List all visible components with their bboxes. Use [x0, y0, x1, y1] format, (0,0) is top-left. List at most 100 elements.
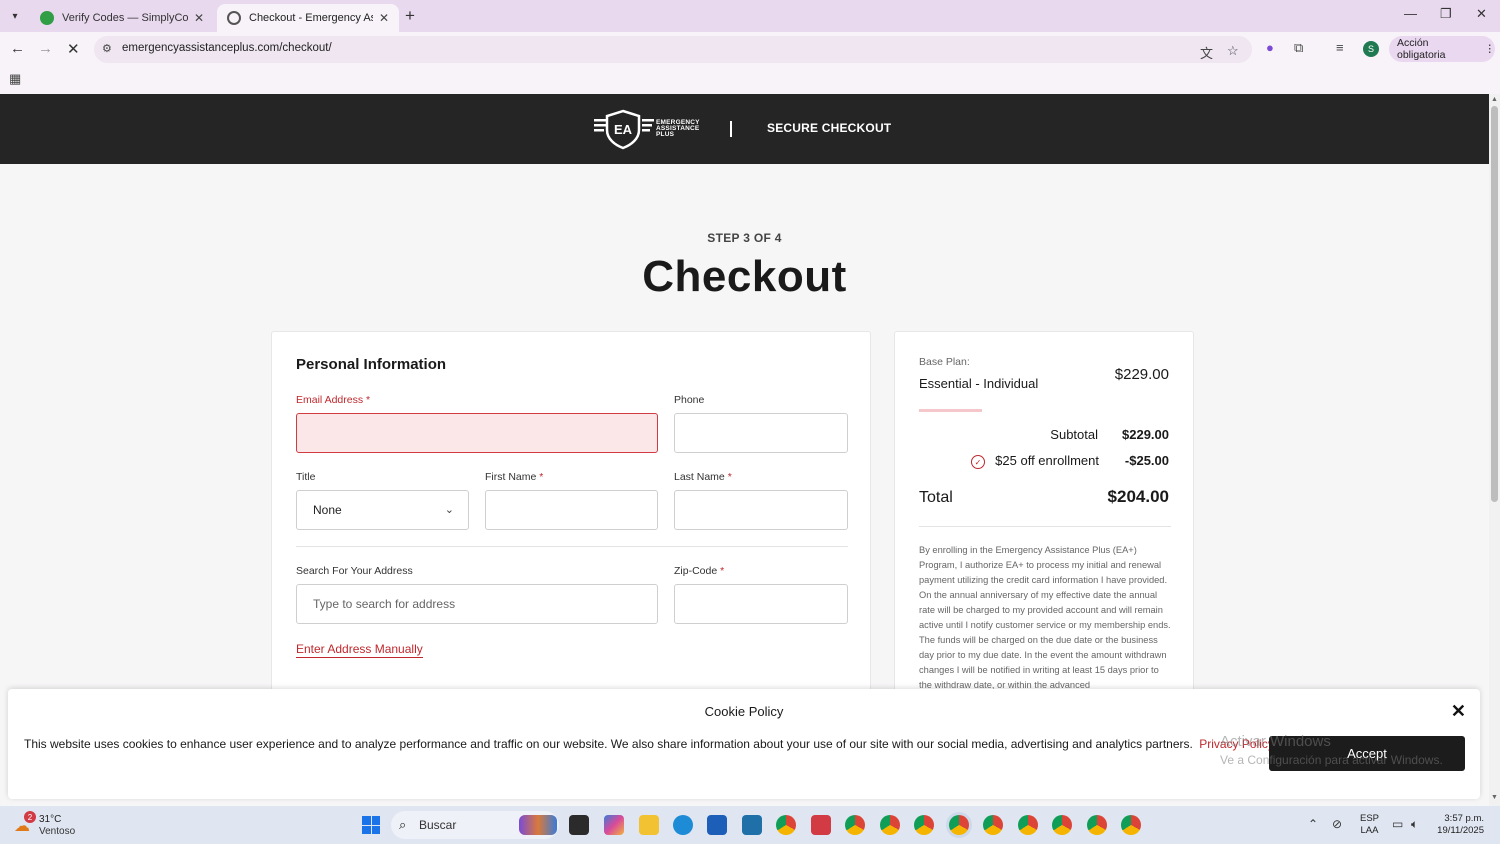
site-settings-icon[interactable]: ⚙	[102, 42, 112, 55]
phone-field[interactable]	[674, 413, 848, 453]
total-value: $204.00	[1107, 487, 1169, 506]
zip-code-field[interactable]	[674, 584, 848, 624]
plan-accent-bar	[919, 409, 982, 412]
email-field[interactable]	[296, 413, 658, 453]
close-tab-icon[interactable]: ✕	[379, 11, 389, 25]
system-clock[interactable]: 3:57 p.m. 19/11/2025	[1437, 813, 1484, 837]
watermark-line-2: Ve a Configuración para activar Windows.	[1220, 753, 1443, 767]
chrome-profile-icon[interactable]	[845, 815, 865, 835]
plan-price: $229.00	[1114, 366, 1169, 383]
tab-title: Checkout - Emergency Assistan	[249, 12, 373, 24]
scrollbar-thumb[interactable]	[1491, 106, 1498, 502]
zip-code-label: Zip-Code *	[674, 565, 724, 577]
scroll-down-icon[interactable]: ▼	[1491, 794, 1498, 801]
taskbar-search[interactable]: ⌕ Buscar	[391, 811, 559, 839]
extension-ai-icon[interactable]: ●	[1266, 40, 1274, 55]
header-divider	[730, 121, 732, 137]
tab-checkout[interactable]: Checkout - Emergency Assistan ✕	[217, 4, 399, 32]
last-name-field[interactable]	[674, 490, 848, 530]
profile-avatar[interactable]: S	[1363, 41, 1379, 57]
cookie-message-text: This website uses cookies to enhance use…	[24, 737, 1193, 751]
logo-line: PLUS	[656, 131, 675, 138]
network-offline-icon[interactable]: ⊘	[1332, 817, 1342, 831]
logo-mark: EA	[614, 122, 633, 137]
edge-icon[interactable]	[673, 815, 693, 835]
order-summary-card: Base Plan: Essential - Individual $229.0…	[894, 331, 1194, 751]
cookie-banner: Cookie Policy ✕ This website uses cookie…	[8, 689, 1480, 799]
step-indicator: STEP 3 OF 4	[707, 231, 782, 245]
bookmark-star-icon[interactable]: ☆	[1227, 43, 1239, 59]
forward-arrow-icon[interactable]: →	[38, 40, 53, 57]
media-controls-icon[interactable]: ≡	[1336, 40, 1344, 55]
notepad-icon[interactable]	[742, 815, 762, 835]
tab-search-chevron-icon[interactable]: ▾	[6, 7, 24, 25]
browser-toolbar: ← → ✕ ⚙ emergencyassistanceplus.com/chec…	[0, 32, 1500, 66]
watermark-line-1: Activar Windows	[1220, 733, 1331, 750]
chrome-profile-icon[interactable]	[983, 815, 1003, 835]
action-required-label: Acción obligatoria	[1397, 37, 1446, 61]
show-hidden-icons-chevron-icon[interactable]: ⌃	[1308, 817, 1318, 831]
subtotal-value: $229.00	[1122, 427, 1169, 442]
enter-address-manually-link[interactable]: Enter Address Manually	[296, 642, 423, 658]
new-tab-plus-icon[interactable]: +	[405, 6, 415, 26]
copilot-icon[interactable]	[604, 815, 624, 835]
chrome-profile-icon[interactable]	[1052, 815, 1072, 835]
chrome-profile-active-icon[interactable]	[949, 815, 969, 835]
stop-loading-icon[interactable]: ✕	[67, 40, 80, 58]
language-code: ESP	[1360, 813, 1380, 824]
chrome-profile-icon[interactable]	[880, 815, 900, 835]
weather-temperature: 31°C	[39, 814, 62, 825]
close-window-icon[interactable]: ✕	[1476, 6, 1487, 22]
language-indicator[interactable]: ESP LAA	[1360, 813, 1379, 837]
search-highlight-icon	[519, 815, 557, 835]
windows-start-icon[interactable]	[362, 816, 380, 834]
back-arrow-icon[interactable]: ←	[10, 40, 25, 57]
address-bar[interactable]: ⚙ emergencyassistanceplus.com/checkout/ …	[94, 36, 1252, 63]
store-icon[interactable]	[707, 815, 727, 835]
extensions-puzzle-icon[interactable]: ⧉	[1294, 40, 1303, 56]
last-name-label-text: Last Name	[674, 471, 725, 483]
keyboard-layout: LAA	[1360, 825, 1379, 836]
minimize-icon[interactable]: —	[1404, 6, 1417, 21]
chrome-profile-icon[interactable]	[1018, 815, 1038, 835]
chrome-profile-icon[interactable]	[914, 815, 934, 835]
tab-title: Verify Codes — SimplyCodes	[62, 12, 188, 24]
apps-grid-icon[interactable]: ▦	[9, 71, 21, 87]
email-label: Email Address *	[296, 394, 370, 406]
address-search-label: Search For Your Address	[296, 565, 413, 577]
first-name-field[interactable]	[485, 490, 658, 530]
cookie-title: Cookie Policy	[704, 704, 784, 719]
display-icon[interactable]: ▭	[1392, 817, 1403, 831]
chevron-down-icon: ⌄	[444, 504, 454, 516]
site-header: EA EMERGENCY ASSISTANCE PLUS SECURE CHEC…	[0, 94, 1489, 164]
form-divider	[296, 546, 848, 547]
page-scrollbar[interactable]: ▲ ▼	[1489, 94, 1500, 806]
task-view-icon[interactable]	[569, 815, 589, 835]
clock-date: 19/11/2025	[1437, 825, 1484, 836]
required-mark: *	[539, 471, 544, 483]
tab-verify-codes[interactable]: Verify Codes — SimplyCodes ✕	[30, 4, 214, 32]
file-explorer-icon[interactable]	[639, 815, 659, 835]
close-icon[interactable]: ✕	[1451, 701, 1466, 722]
address-search-placeholder: Type to search for address	[313, 597, 456, 611]
volume-icon[interactable]: 🔈︎	[1411, 817, 1418, 832]
restore-icon[interactable]: ❐	[1440, 6, 1452, 22]
search-icon: ⌕	[399, 817, 407, 832]
scroll-up-icon[interactable]: ▲	[1491, 96, 1498, 103]
chrome-profile-icon[interactable]	[1087, 815, 1107, 835]
wps-office-icon[interactable]	[811, 815, 831, 835]
first-name-label-text: First Name	[485, 471, 537, 483]
title-select[interactable]: None ⌄	[296, 490, 469, 530]
discount-value: -$25.00	[1124, 453, 1169, 468]
kebab-menu-icon: ⋮	[1484, 43, 1496, 55]
required-mark: *	[727, 471, 732, 483]
cookie-message: This website uses cookies to enhance use…	[24, 737, 1274, 751]
action-required-button[interactable]: Acción obligatoria ⋮	[1389, 36, 1495, 62]
chrome-profile-icon[interactable]	[1121, 815, 1141, 835]
address-search-input[interactable]: Type to search for address	[296, 584, 658, 624]
translate-icon[interactable]: 文	[1200, 43, 1213, 62]
close-tab-icon[interactable]: ✕	[194, 11, 204, 25]
simplycodes-favicon-icon	[40, 11, 54, 25]
url-text[interactable]: emergencyassistanceplus.com/checkout/	[122, 42, 332, 54]
chrome-icon[interactable]	[776, 815, 796, 835]
